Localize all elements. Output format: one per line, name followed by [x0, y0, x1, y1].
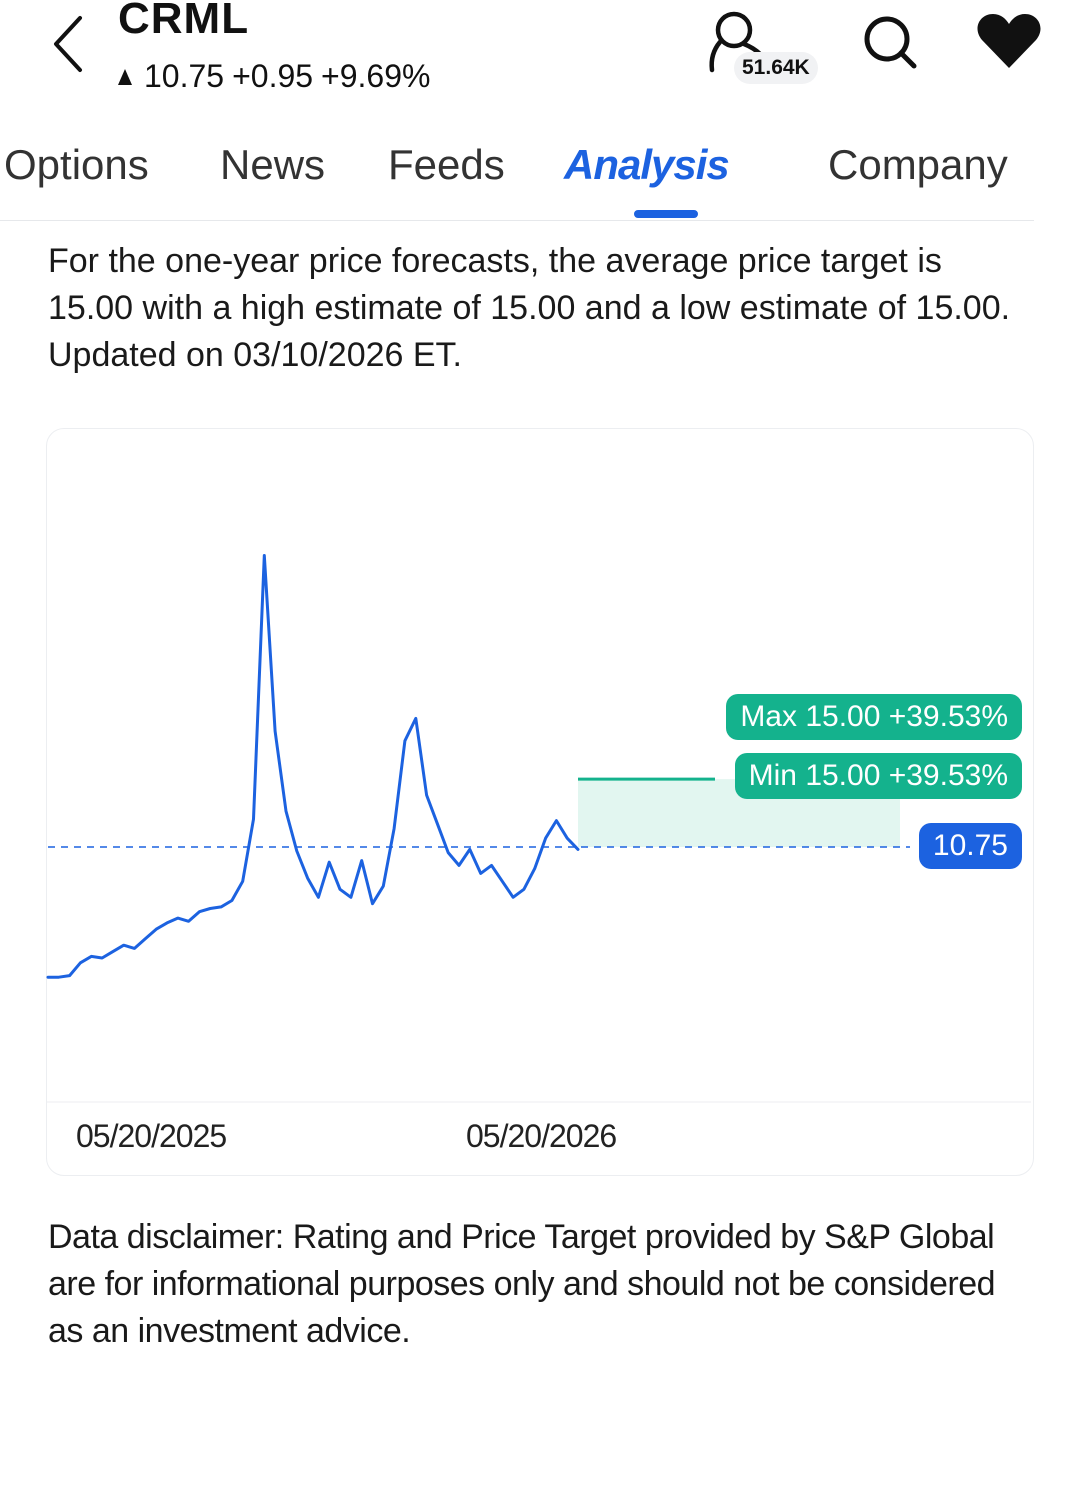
target-min-label: Min 15.00 +39.53% [734, 753, 1022, 799]
active-tab-indicator [634, 210, 698, 218]
last-price: 10.75 [144, 58, 225, 94]
tab-bar: Options News Feeds Analysis Company [0, 122, 1034, 221]
tab-options[interactable]: Options [4, 138, 149, 192]
target-max-label: Max 15.00 +39.53% [726, 694, 1022, 740]
search-button[interactable] [858, 10, 922, 74]
ticker-symbol: CRML [118, 0, 250, 43]
tab-analysis[interactable]: Analysis [564, 138, 730, 192]
tab-company[interactable]: Company [828, 138, 1008, 192]
price-target-summary: For the one-year price forecasts, the av… [48, 242, 1011, 374]
price-target-chart-card [46, 428, 1034, 1176]
current-price-label: 10.75 [918, 823, 1022, 869]
x-axis-end-label: 05/20/2026 [466, 1118, 617, 1154]
search-icon [864, 16, 917, 69]
price-change: +0.95 [232, 58, 314, 94]
x-axis-start-label: 05/20/2025 [76, 1118, 227, 1154]
tab-feeds[interactable]: Feeds [388, 138, 505, 192]
price-quote: 10.75 +0.95 +9.69% [118, 56, 430, 96]
favorite-button[interactable] [974, 10, 1044, 74]
back-icon [54, 16, 82, 72]
price-up-arrow-icon [118, 69, 132, 85]
follow-button[interactable]: 51.64K [704, 8, 824, 88]
heart-icon [977, 14, 1041, 68]
data-disclaimer: Data disclaimer: Rating and Price Target… [48, 1218, 996, 1350]
back-button[interactable] [44, 10, 100, 80]
price-change-percent: +9.69% [321, 58, 431, 94]
tab-news[interactable]: News [220, 138, 325, 192]
follower-count: 51.64K [734, 52, 818, 84]
